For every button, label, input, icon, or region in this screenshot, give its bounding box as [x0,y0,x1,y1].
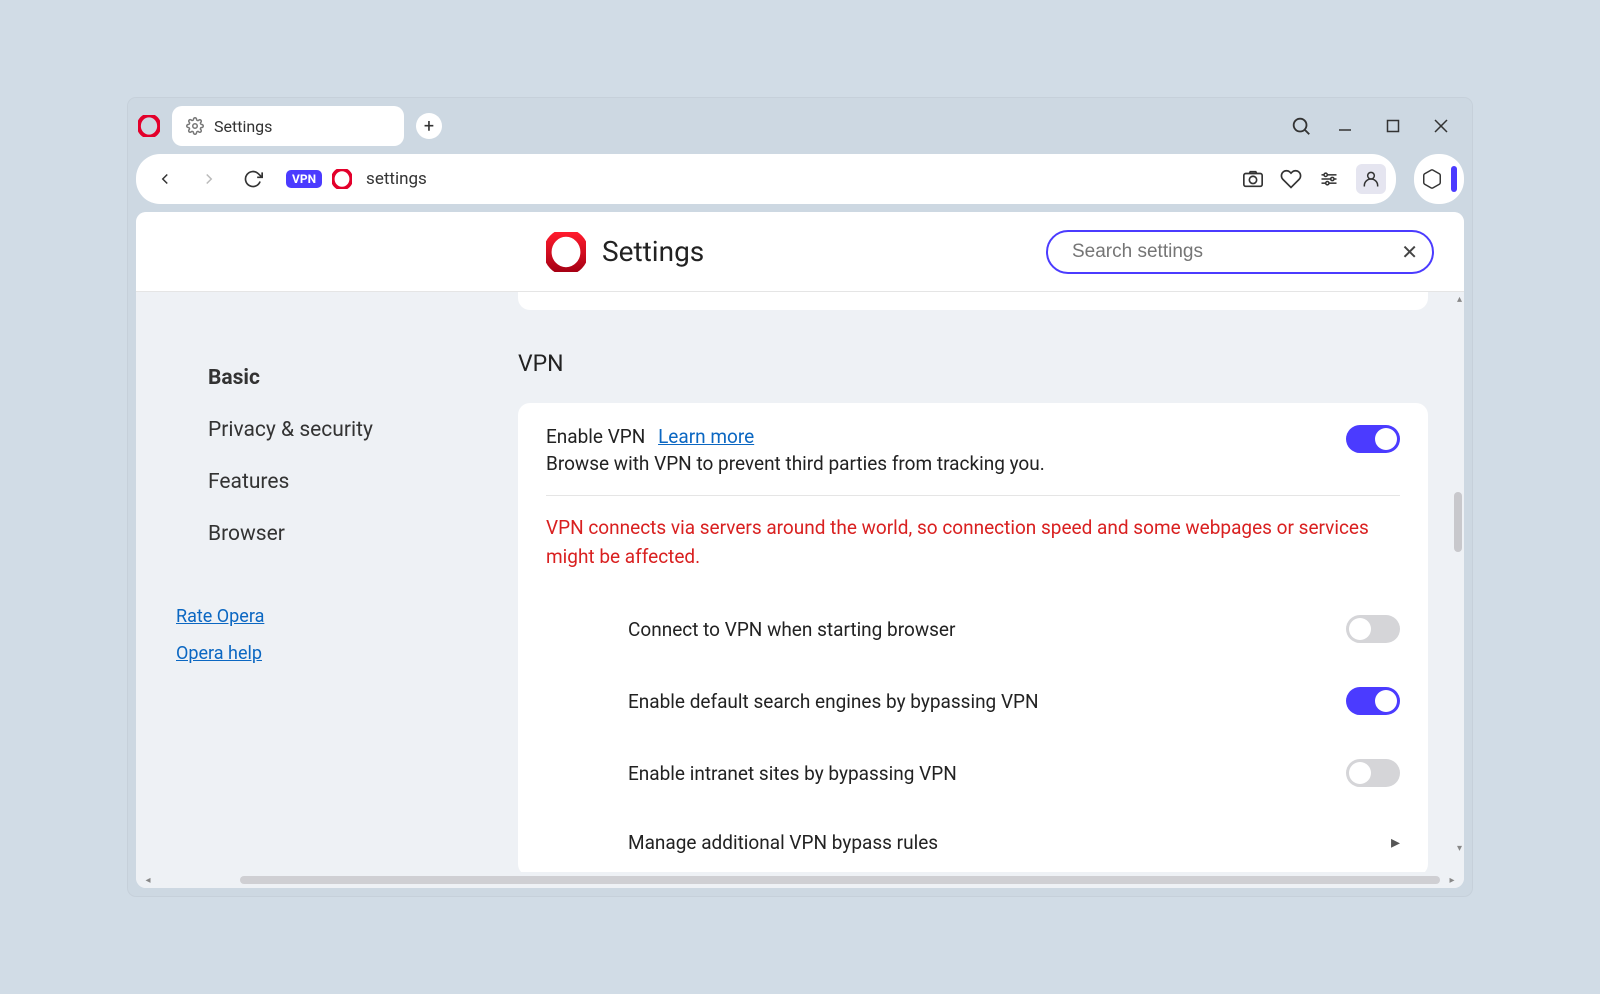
reload-button[interactable] [240,166,266,192]
extensions-button[interactable] [1414,154,1464,204]
toolbar: VPN settings [136,154,1396,204]
opera-logo-icon [546,232,586,272]
gear-icon [186,117,204,135]
sidebar-item-privacy[interactable]: Privacy & security [136,404,466,456]
label-connect-on-start: Connect to VPN when starting browser [628,618,1346,641]
link-rate-opera[interactable]: Rate Opera [176,606,466,627]
toggle-bypass-intranet[interactable] [1346,759,1400,787]
titlebar: Settings + [128,98,1472,154]
link-opera-help[interactable]: Opera help [176,643,466,664]
scroll-up-icon[interactable]: ▴ [1457,294,1462,305]
sidebar-item-browser[interactable]: Browser [136,508,466,560]
scroll-down-icon[interactable]: ▾ [1457,843,1462,854]
main-scroll[interactable]: VPN Enable VPN Learn more Browse with VP… [466,292,1464,872]
label-bypass-intranet: Enable intranet sites by bypassing VPN [628,762,1346,785]
back-button[interactable] [152,166,178,192]
sidebar: Basic Privacy & security Features Browse… [136,292,466,872]
row-manage-bypass[interactable]: Manage additional VPN bypass rules ▸ [628,809,1400,872]
close-button[interactable] [1430,115,1452,137]
snapshot-icon[interactable] [1242,168,1264,190]
new-tab-button[interactable]: + [416,113,442,139]
plus-icon: + [424,116,434,137]
toggle-bypass-search[interactable] [1346,687,1400,715]
search-input[interactable] [1072,241,1401,263]
page-title: Settings [602,235,704,268]
sidebar-item-features[interactable]: Features [136,456,466,508]
learn-more-link[interactable]: Learn more [658,425,754,448]
settings-header: Settings ✕ [136,212,1464,292]
url-text[interactable]: settings [366,169,427,189]
opera-icon [332,169,352,189]
maximize-button[interactable] [1382,115,1404,137]
chevron-right-icon: ▸ [1391,832,1400,853]
hscroll-thumb[interactable] [240,876,1440,884]
label-manage-bypass: Manage additional VPN bypass rules [628,831,1391,854]
section-title-vpn: VPN [518,350,1428,377]
scroll-left-icon[interactable]: ◂ [142,875,154,886]
toggle-connect-on-start[interactable] [1346,615,1400,643]
forward-button[interactable] [196,166,222,192]
scroll-thumb[interactable] [1454,492,1462,552]
minimize-button[interactable] [1334,115,1356,137]
vpn-card: Enable VPN Learn more Browse with VPN to… [518,403,1428,872]
vertical-scrollbar[interactable]: ▴ ▾ [1450,292,1464,872]
window-controls [1334,115,1452,137]
sliders-icon[interactable] [1318,168,1340,190]
previous-card-edge [518,292,1428,310]
horizontal-scrollbar[interactable]: ◂ ▸ [136,872,1464,888]
global-search-button[interactable] [1290,115,1312,137]
scroll-right-icon[interactable]: ▸ [1446,875,1458,886]
tab-title: Settings [214,117,272,136]
enable-vpn-label: Enable VPN [546,425,645,448]
heart-icon[interactable] [1280,168,1302,190]
sidebar-indicator [1451,166,1457,192]
toggle-enable-vpn[interactable] [1346,425,1400,453]
search-settings-box[interactable]: ✕ [1046,230,1434,274]
sidebar-item-basic[interactable]: Basic [136,352,466,404]
tab-settings[interactable]: Settings [172,106,404,146]
enable-vpn-desc: Browse with VPN to prevent third parties… [546,452,1346,475]
vpn-warning: VPN connects via servers around the worl… [546,496,1400,593]
vpn-badge[interactable]: VPN [286,170,322,188]
label-bypass-search: Enable default search engines by bypassi… [628,690,1346,713]
browser-window: Settings + [128,98,1472,896]
content-area: Settings ✕ Basic Privacy & security Feat… [136,212,1464,888]
clear-search-icon[interactable]: ✕ [1401,240,1418,264]
profile-icon[interactable] [1356,164,1386,194]
opera-logo-icon [138,115,172,137]
